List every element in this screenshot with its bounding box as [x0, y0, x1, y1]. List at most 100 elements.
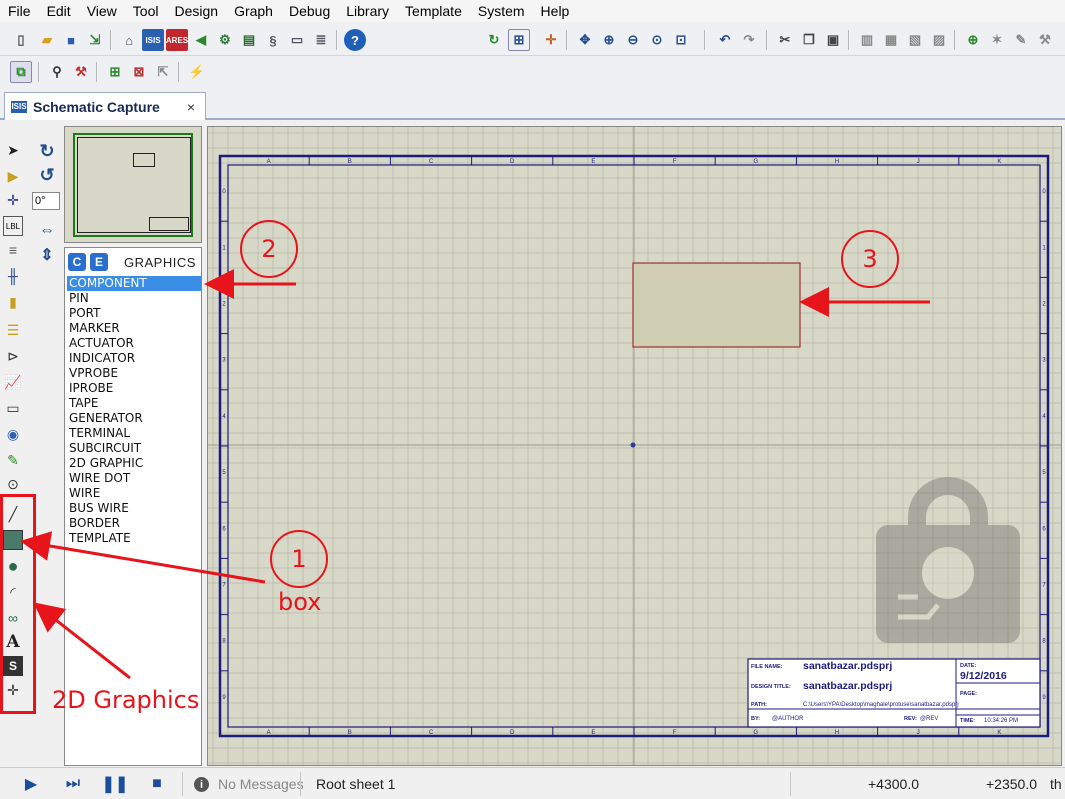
pause-icon[interactable]: ❚❚ [102, 775, 129, 793]
mirror-horizontal-icon[interactable]: ⇔ [36, 220, 58, 242]
object-list-item[interactable]: MARKER [67, 321, 201, 336]
object-list-item[interactable]: TEMPLATE [67, 531, 201, 546]
selection-mode-icon[interactable]: ➤ [3, 140, 23, 160]
text-script-icon[interactable]: ≡ [3, 240, 23, 260]
block-delete-icon[interactable]: ▨ [928, 29, 950, 51]
subcircuit-icon[interactable]: ▮ [3, 292, 23, 312]
new-file-icon[interactable]: ▯ [10, 29, 32, 51]
menu-graph[interactable]: Graph [226, 0, 281, 22]
object-list-item[interactable]: GENERATOR [67, 411, 201, 426]
object-list-item[interactable]: BORDER [67, 516, 201, 531]
object-list-item[interactable]: VPROBE [67, 366, 201, 381]
rotate-clockwise-icon[interactable]: ↻ [36, 140, 58, 162]
block-copy-icon[interactable]: ▥ [856, 29, 878, 51]
back-arrow-icon[interactable]: ◀ [190, 29, 212, 51]
redo-icon[interactable]: ↷ [738, 29, 760, 51]
wire-label-icon[interactable]: LBL [3, 216, 23, 236]
gear-chip-icon[interactable]: ⚙ [214, 29, 236, 51]
save-icon[interactable]: ■ [60, 29, 82, 51]
object-list-item[interactable]: WIRE [67, 486, 201, 501]
cut-icon[interactable]: ✂ [774, 29, 796, 51]
object-list-item[interactable]: TAPE [67, 396, 201, 411]
menu-file[interactable]: File [0, 0, 39, 22]
object-list-item[interactable]: TERMINAL [67, 426, 201, 441]
bom-icon[interactable]: ▤ [238, 29, 260, 51]
open-folder-icon[interactable]: ▰ [36, 29, 58, 51]
menu-library[interactable]: Library [338, 0, 397, 22]
current-probe-icon[interactable]: ⊙ [3, 474, 23, 494]
origin-icon[interactable]: ✛ [540, 29, 562, 51]
generator-icon[interactable]: ◉ [3, 424, 23, 444]
remove-sheet-icon[interactable]: ⊠ [128, 61, 150, 83]
object-list-item[interactable]: PIN [67, 291, 201, 306]
object-list-item[interactable]: BUS WIRE [67, 501, 201, 516]
zoom-area-icon[interactable]: ⊡ [670, 29, 692, 51]
tab-schematic-capture[interactable]: ISIS Schematic Capture × [4, 92, 206, 120]
menu-system[interactable]: System [470, 0, 533, 22]
schematic-canvas[interactable]: A A B B C C D D E E F F G G H H J J K K 0 0 1 1 2 2 3 3 4 4 5 5 6 6 7 7 8 8 9 9… [207, 126, 1062, 766]
object-list-item[interactable]: PORT [67, 306, 201, 321]
junction-dot-icon[interactable]: ✛ [3, 190, 23, 210]
tape-recorder-icon[interactable]: ▭ [3, 398, 23, 418]
graph-icon[interactable]: 📈 [3, 372, 23, 392]
find-icon[interactable]: ⚲ [46, 61, 68, 83]
pick-devices-button[interactable]: C [68, 253, 86, 271]
step-icon[interactable]: ⏭ [64, 775, 82, 793]
pcb-icon[interactable]: ▭ [286, 29, 308, 51]
device-pins-icon[interactable]: ⊳ [3, 346, 23, 366]
rotate-anticlockwise-icon[interactable]: ↺ [36, 164, 58, 186]
edit-library-button[interactable]: E [90, 253, 108, 271]
zoom-all-icon[interactable]: ⊙ [646, 29, 668, 51]
pan-icon[interactable]: ✥ [574, 29, 596, 51]
messages-status[interactable]: No Messages [218, 776, 304, 792]
source-code-icon[interactable]: § [262, 29, 284, 51]
object-list-item[interactable]: IPROBE [67, 381, 201, 396]
grid-icon[interactable]: ⊞ [508, 29, 530, 51]
close-icon[interactable]: × [187, 99, 195, 115]
goto-parent-icon[interactable]: ⇱ [152, 61, 174, 83]
object-list-item[interactable]: SUBCIRCUIT [67, 441, 201, 456]
search-part-icon[interactable]: ⊕ [962, 29, 984, 51]
wire-autorouter-icon[interactable]: ✶ [986, 29, 1008, 51]
block-rotate-icon[interactable]: ▧ [904, 29, 926, 51]
object-list-item[interactable]: ACTUATOR [67, 336, 201, 351]
play-icon[interactable]: ▶ [22, 775, 40, 793]
rotation-angle-field[interactable]: 0° [32, 192, 60, 210]
ares-icon[interactable]: ARES [166, 29, 188, 51]
object-list-item[interactable]: INDICATOR [67, 351, 201, 366]
voltage-probe-icon[interactable]: ✎ [3, 450, 23, 470]
menu-template[interactable]: Template [397, 0, 470, 22]
block-move-icon[interactable]: ▦ [880, 29, 902, 51]
terminals-icon[interactable]: ☰ [3, 320, 23, 340]
component-mode-icon[interactable]: ▶ [3, 166, 23, 186]
menu-tool[interactable]: Tool [125, 0, 167, 22]
stop-icon[interactable]: ■ [148, 775, 166, 793]
mirror-vertical-icon[interactable]: ⇕ [36, 244, 58, 266]
bus-icon[interactable]: ╫ [3, 266, 23, 286]
object-list-item[interactable]: COMPONENT [67, 276, 201, 291]
menu-view[interactable]: View [79, 0, 125, 22]
overview-window[interactable] [64, 126, 202, 243]
property-tool-icon[interactable]: ✎ [1010, 29, 1032, 51]
netlist-icon[interactable]: ⧉ [10, 61, 32, 83]
menu-edit[interactable]: Edit [39, 0, 79, 22]
menu-design[interactable]: Design [166, 0, 226, 22]
property-assign-icon[interactable]: ⚒ [70, 61, 92, 83]
notes-icon[interactable]: ≣ [310, 29, 332, 51]
help-icon[interactable]: ? [344, 29, 366, 51]
new-sheet-icon[interactable]: ⊞ [104, 61, 126, 83]
menu-debug[interactable]: Debug [281, 0, 338, 22]
object-list-item[interactable]: WIRE DOT [67, 471, 201, 486]
menu-help[interactable]: Help [533, 0, 578, 22]
paste-icon[interactable]: ▣ [822, 29, 844, 51]
refresh-icon[interactable]: ↻ [483, 29, 505, 51]
object-list-item[interactable]: 2D GRAPHIC [67, 456, 201, 471]
undo-icon[interactable]: ↶ [714, 29, 736, 51]
home-icon[interactable]: ⌂ [118, 29, 140, 51]
zoom-out-icon[interactable]: ⊖ [622, 29, 644, 51]
report-icon[interactable]: ⚡ [186, 61, 208, 83]
import-icon[interactable]: ⇲ [84, 29, 106, 51]
tools-icon[interactable]: ⚒ [1034, 29, 1056, 51]
schematic-sheet[interactable]: A A B B C C D D E E F F G G H H J J K K 0 0 1 1 2 2 3 3 4 4 5 5 6 6 7 7 8 8 9 9… [208, 127, 1062, 766]
copy-icon[interactable]: ❐ [798, 29, 820, 51]
